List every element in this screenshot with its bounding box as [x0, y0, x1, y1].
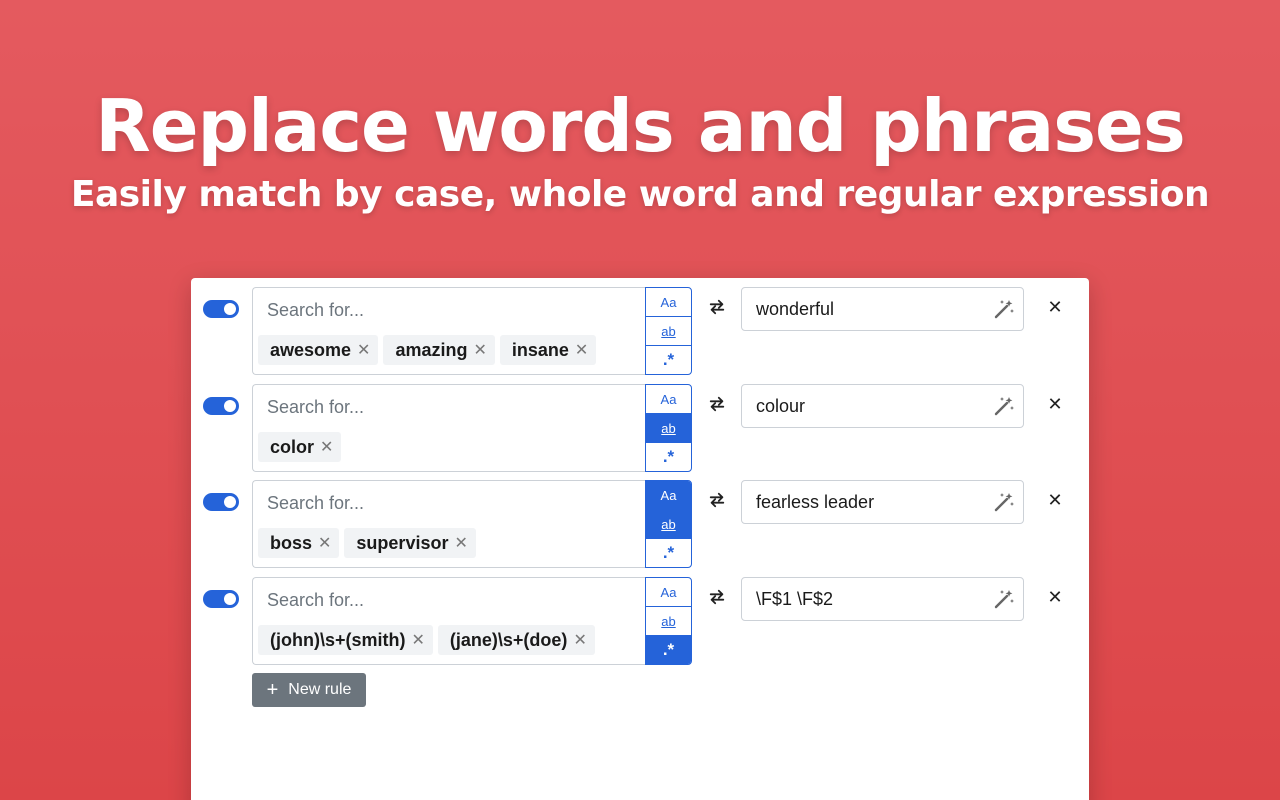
close-icon[interactable]: ✕	[318, 533, 331, 553]
term-tag-label: awesome	[270, 339, 352, 360]
regex-icon: .*	[662, 543, 675, 562]
close-icon[interactable]: ✕	[320, 437, 333, 457]
regex-toggle[interactable]: .*	[646, 346, 691, 374]
search-input[interactable]: Search for...	[267, 493, 364, 514]
new-rule-button[interactable]: + New rule	[252, 673, 366, 707]
term-tag: supervisor ✕	[344, 528, 476, 558]
whole-word-icon: ab	[661, 613, 676, 629]
match-options: Aa ab .*	[645, 384, 692, 472]
term-tag: (john)\s+(smith) ✕	[258, 625, 433, 655]
magic-wand-icon[interactable]	[993, 298, 1015, 320]
plus-icon: +	[266, 679, 279, 701]
rule-enabled-toggle[interactable]	[203, 300, 239, 318]
replacement-field[interactable]: fearless leader	[741, 480, 1024, 524]
rule-enabled-toggle[interactable]	[203, 397, 239, 415]
replacement-value[interactable]: colour	[756, 396, 805, 417]
close-icon[interactable]: ✕	[573, 630, 586, 650]
swap-arrows-icon	[705, 298, 729, 322]
regex-icon: .*	[662, 640, 675, 659]
term-tag: (jane)\s+(doe) ✕	[437, 625, 595, 655]
new-rule-label: New rule	[288, 681, 352, 698]
rule-enabled-toggle[interactable]	[203, 590, 239, 608]
regex-icon: .*	[662, 350, 675, 369]
magic-wand-icon[interactable]	[993, 588, 1015, 610]
swap-arrows-icon	[705, 588, 729, 612]
term-tag: color ✕	[258, 432, 342, 462]
replacement-field[interactable]: \F$1 \F$2	[741, 577, 1024, 621]
match-case-toggle[interactable]: Aa	[646, 288, 691, 317]
whole-word-icon: ab	[661, 516, 676, 532]
term-tags: awesome ✕ amazing ✕ insane ✕	[258, 335, 597, 365]
magic-wand-icon[interactable]	[993, 395, 1015, 417]
whole-word-toggle[interactable]: ab	[646, 510, 691, 539]
replacement-value[interactable]: fearless leader	[756, 492, 874, 513]
term-tag-label: supervisor	[356, 532, 449, 553]
close-icon[interactable]: ✕	[1045, 393, 1065, 417]
regex-toggle[interactable]: .*	[646, 539, 691, 567]
rule-row: Search for... awesome ✕ amazing ✕ insane ✕ Aa ab…	[191, 278, 1089, 375]
whole-word-toggle[interactable]: ab	[646, 317, 691, 346]
regex-toggle[interactable]: .*	[646, 636, 691, 664]
swap-arrows-icon	[705, 491, 729, 515]
term-tag-label: boss	[270, 532, 313, 553]
close-icon[interactable]: ✕	[575, 340, 588, 360]
whole-word-icon: ab	[661, 323, 676, 339]
rules-panel: + New rule Search for... awesome ✕ amazing ✕…	[191, 278, 1089, 800]
replacement-value[interactable]: wonderful	[756, 299, 834, 320]
search-terms-field[interactable]: Search for... awesome ✕ amazing ✕ insane ✕	[252, 287, 645, 375]
regex-toggle[interactable]: .*	[646, 443, 691, 471]
term-tags: boss ✕ supervisor ✕	[258, 528, 476, 558]
match-case-toggle[interactable]: Aa	[646, 385, 691, 414]
toggle-knob	[224, 400, 236, 412]
close-icon[interactable]: ✕	[412, 630, 425, 650]
close-icon[interactable]: ✕	[454, 533, 467, 553]
match-case-toggle[interactable]: Aa	[646, 578, 691, 607]
whole-word-toggle[interactable]: ab	[646, 414, 691, 443]
term-tag-label: (john)\s+(smith)	[270, 629, 406, 650]
term-tag: boss ✕	[258, 528, 340, 558]
whole-word-toggle[interactable]: ab	[646, 607, 691, 636]
term-tags: color ✕	[258, 432, 342, 462]
search-terms-field[interactable]: Search for... color ✕	[252, 384, 645, 472]
search-input[interactable]: Search for...	[267, 397, 364, 418]
close-icon[interactable]: ✕	[1045, 586, 1065, 610]
swap-arrows-icon	[705, 395, 729, 419]
close-icon[interactable]: ✕	[357, 340, 370, 360]
rule-row: Search for... (john)\s+(smith) ✕ (jane)\s+(…	[191, 568, 1089, 665]
term-tag: amazing ✕	[383, 335, 495, 365]
magic-wand-icon[interactable]	[993, 491, 1015, 513]
term-tag-label: insane	[511, 339, 569, 360]
match-options: Aa ab .*	[645, 287, 692, 375]
term-tag-label: color	[270, 436, 315, 457]
search-input[interactable]: Search for...	[267, 590, 364, 611]
whole-word-icon: ab	[661, 420, 676, 436]
term-tag: insane ✕	[499, 335, 597, 365]
match-options: Aa ab .*	[645, 480, 692, 568]
term-tags: (john)\s+(smith) ✕ (jane)\s+(doe) ✕	[258, 625, 595, 655]
rule-row: Search for... color ✕ Aa ab .* colour ✕	[191, 375, 1089, 472]
search-terms-field[interactable]: Search for... (john)\s+(smith) ✕ (jane)\s+(…	[252, 577, 645, 665]
rule-row: Search for... boss ✕ supervisor ✕ Aa ab .* fearl…	[191, 471, 1089, 568]
rule-enabled-toggle[interactable]	[203, 493, 239, 511]
toggle-knob	[224, 593, 236, 605]
match-options: Aa ab .*	[645, 577, 692, 665]
term-tag-label: amazing	[395, 339, 468, 360]
toggle-knob	[224, 303, 236, 315]
toggle-knob	[224, 496, 236, 508]
search-terms-field[interactable]: Search for... boss ✕ supervisor ✕	[252, 480, 645, 568]
hero-title: Replace words and phrases	[95, 84, 1186, 168]
search-input[interactable]: Search for...	[267, 300, 364, 321]
replacement-field[interactable]: wonderful	[741, 287, 1024, 331]
term-tag-label: (jane)\s+(doe)	[449, 629, 568, 650]
close-icon[interactable]: ✕	[473, 340, 486, 360]
close-icon[interactable]: ✕	[1045, 296, 1065, 320]
replacement-field[interactable]: colour	[741, 384, 1024, 428]
match-case-toggle[interactable]: Aa	[646, 481, 691, 510]
regex-icon: .*	[662, 447, 675, 466]
close-icon[interactable]: ✕	[1045, 489, 1065, 513]
replacement-value[interactable]: \F$1 \F$2	[756, 589, 833, 610]
hero-subtitle: Easily match by case, whole word and reg…	[70, 174, 1210, 215]
term-tag: awesome ✕	[258, 335, 379, 365]
